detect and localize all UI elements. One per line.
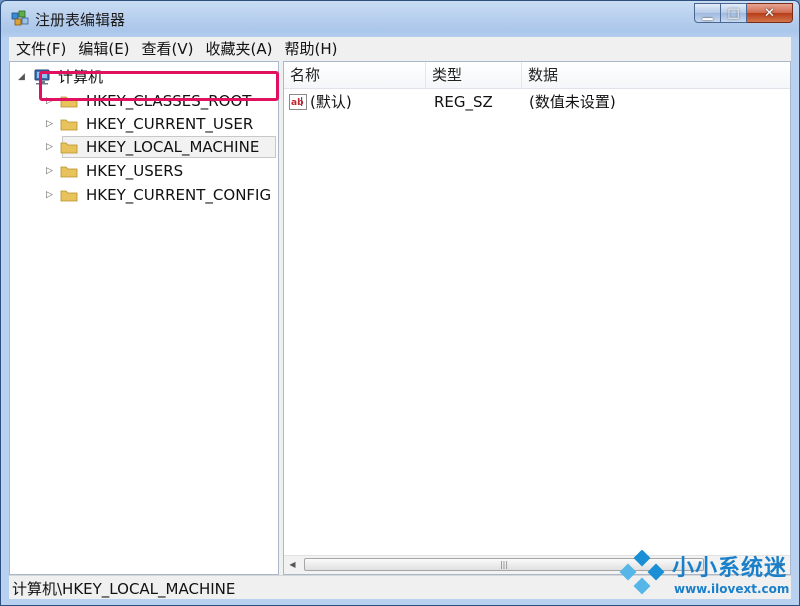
- tree-node-users[interactable]: ▷ HKEY_USERS: [46, 160, 276, 182]
- expand-arrow-icon[interactable]: ▷: [46, 136, 56, 158]
- column-header-data[interactable]: 数据: [522, 62, 790, 88]
- folder-icon: [60, 119, 78, 131]
- tree-pane[interactable]: ◢ 计算机 ▷ HKEY_CLASSES_ROOT ▷ HKEY_CURRENT…: [9, 61, 279, 575]
- menu-file[interactable]: 文件(F): [9, 38, 71, 60]
- status-path: 计算机\HKEY_LOCAL_MACHINE: [12, 580, 236, 598]
- value-type: REG_SZ: [434, 93, 493, 111]
- annotation-highlight-box: [39, 71, 279, 101]
- string-value-icon: ab: [289, 94, 307, 110]
- tree-label: HKEY_CURRENT_CONFIG: [86, 186, 272, 204]
- minimize-icon: ▁: [702, 5, 713, 21]
- expand-arrow-icon[interactable]: ▷: [46, 160, 56, 182]
- tree-node-local-machine[interactable]: ▷ HKEY_LOCAL_MACHINE: [46, 136, 276, 158]
- tree-label: HKEY_CURRENT_USER: [86, 115, 254, 133]
- folder-icon: [60, 166, 78, 178]
- value-name: (默认): [310, 93, 352, 111]
- menu-favorites[interactable]: 收藏夹(A): [199, 38, 278, 60]
- expand-arrow-icon[interactable]: ▷: [46, 184, 56, 206]
- list-item[interactable]: ab (默认) REG_SZ (数值未设置): [288, 90, 788, 114]
- collapse-arrow-icon[interactable]: ◢: [18, 66, 28, 88]
- tree-node-current-user[interactable]: ▷ HKEY_CURRENT_USER: [46, 113, 276, 135]
- window-title: 注册表编辑器: [35, 11, 126, 29]
- menu-help[interactable]: 帮助(H): [277, 38, 342, 60]
- close-button[interactable]: ✕: [747, 3, 793, 23]
- maximize-button[interactable]: □: [721, 3, 747, 23]
- maximize-icon: □: [727, 5, 740, 21]
- site-watermark: 小小系统迷 www.ilovext.com: [614, 548, 796, 602]
- folder-icon: [60, 142, 78, 154]
- column-header-type[interactable]: 类型: [426, 62, 522, 88]
- close-icon: ✕: [764, 5, 775, 21]
- menu-edit[interactable]: 编辑(E): [71, 38, 134, 60]
- minimize-button[interactable]: ▁: [694, 3, 721, 23]
- scroll-left-arrow-icon[interactable]: ◀: [284, 556, 301, 573]
- tree-label: HKEY_LOCAL_MACHINE: [86, 138, 260, 156]
- grip-icon: |||: [499, 560, 509, 569]
- menu-view[interactable]: 查看(V): [135, 38, 199, 60]
- tree-label: HKEY_USERS: [86, 162, 184, 180]
- watermark-name: 小小系统迷: [672, 556, 788, 581]
- expand-arrow-icon[interactable]: ▷: [46, 113, 56, 135]
- caption-buttons: ▁ □ ✕: [694, 3, 793, 25]
- registry-editor-window: 注册表编辑器 ▁ □ ✕ 文件(F) 编辑(E) 查看(V) 收藏夹(A) 帮助…: [0, 0, 800, 606]
- values-pane[interactable]: 名称 类型 数据 ab (默认) REG_SZ (数值未设置) ◀ ||| ▶: [283, 61, 791, 575]
- menu-bar: 文件(F) 编辑(E) 查看(V) 收藏夹(A) 帮助(H): [9, 37, 791, 61]
- registry-app-icon: [11, 10, 29, 26]
- folder-icon: [60, 190, 78, 202]
- column-header-name[interactable]: 名称: [284, 62, 426, 88]
- tree-node-current-config[interactable]: ▷ HKEY_CURRENT_CONFIG: [46, 184, 278, 206]
- title-bar[interactable]: 注册表编辑器 ▁ □ ✕: [1, 1, 799, 35]
- list-header: 名称 类型 数据: [284, 62, 790, 89]
- value-data: (数值未设置): [529, 93, 616, 111]
- watermark-url: www.ilovext.com: [674, 582, 790, 596]
- watermark-logo-icon: [619, 550, 665, 595]
